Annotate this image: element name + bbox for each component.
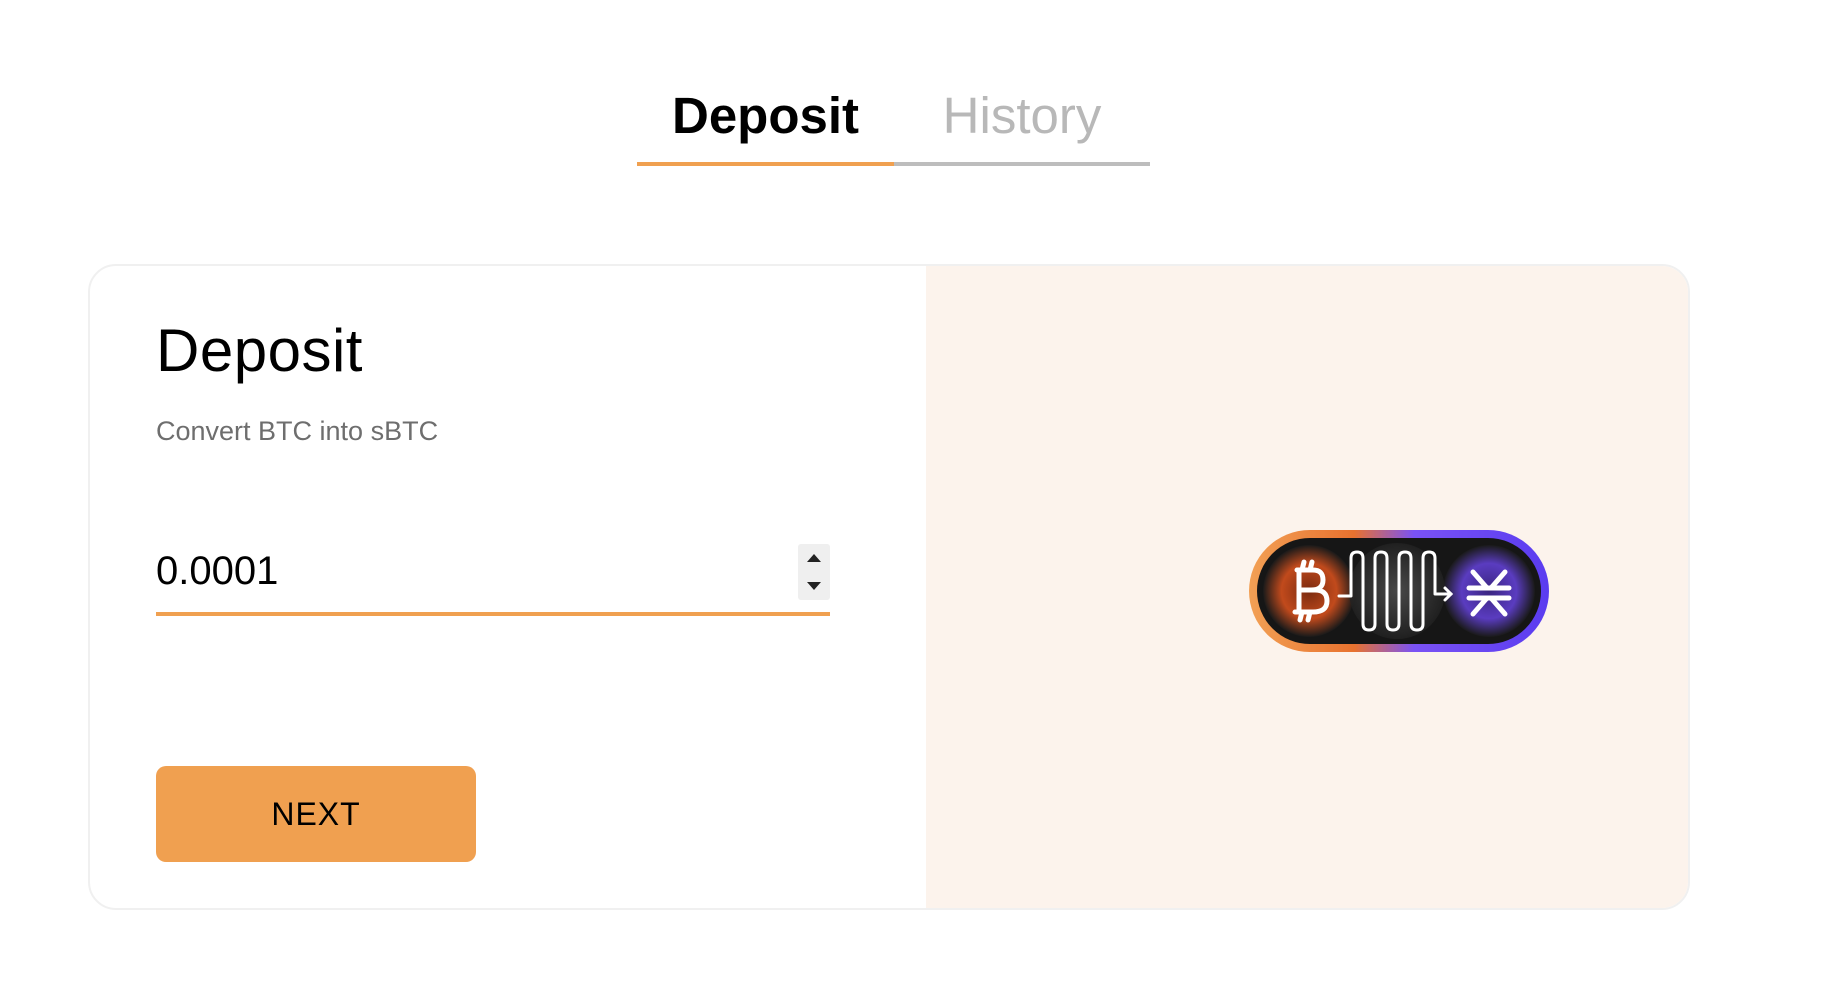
amount-stepper [798,544,830,600]
deposit-form-panel: Deposit Convert BTC into sBTC NEXT [90,266,926,908]
tab-bar: Deposit History [637,68,1150,168]
btc-to-sbtc-graphic [1249,530,1549,652]
deposit-card: Deposit Convert BTC into sBTC NEXT [88,264,1690,910]
next-button[interactable]: NEXT [156,766,476,862]
amount-input[interactable] [156,536,756,606]
bitcoin-icon [1292,559,1330,623]
stacks-glow [1443,545,1535,637]
tab-history[interactable]: History [894,68,1150,162]
tab-deposit[interactable]: Deposit [637,68,894,162]
stepper-down-icon[interactable] [807,582,821,590]
page: Deposit History Deposit Convert BTC into… [0,0,1842,994]
card-subtitle: Convert BTC into sBTC [156,416,439,446]
amount-field [156,536,830,616]
illustration-panel [926,266,1688,908]
tab-active-indicator [637,162,894,166]
card-title: Deposit [156,317,363,384]
stepper-up-icon[interactable] [807,554,821,562]
